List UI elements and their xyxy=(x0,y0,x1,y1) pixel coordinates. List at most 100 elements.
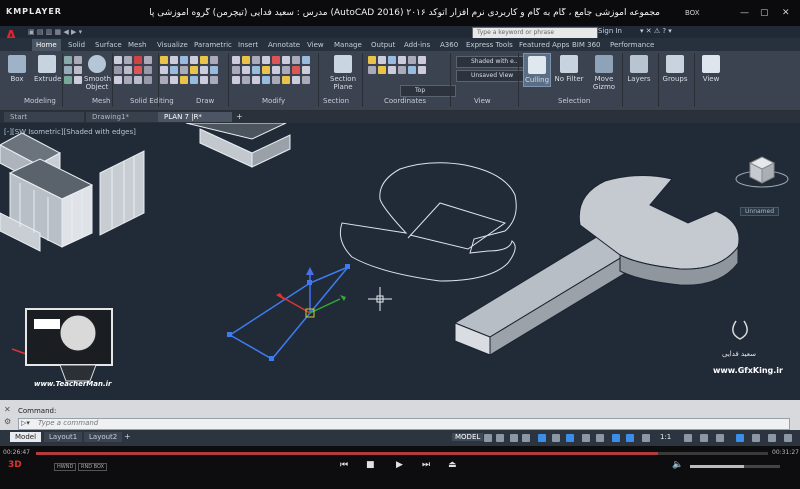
prev-icon[interactable]: ⏮ xyxy=(340,460,348,470)
layout-tab-layout1[interactable]: Layout1 xyxy=(44,432,83,442)
tab-visualize[interactable]: Visualize xyxy=(157,39,188,51)
tab-parametric[interactable]: Parametric xyxy=(194,39,232,51)
close-icon[interactable]: ✕ xyxy=(782,8,790,18)
hardware-acceleration-icon[interactable] xyxy=(752,434,760,442)
move-gizmo-button[interactable]: Move Gizmo xyxy=(590,55,618,91)
customization-icon[interactable] xyxy=(784,434,792,442)
drawing-canvas[interactable] xyxy=(0,123,800,400)
panel-solid-editing[interactable]: Solid Editing xyxy=(130,97,174,105)
eject-icon[interactable]: ⏏ xyxy=(448,460,457,470)
panel-section[interactable]: Section xyxy=(323,97,349,105)
layout-tab-model[interactable]: Model xyxy=(10,432,42,442)
tab-annotate[interactable]: Annotate xyxy=(268,39,300,51)
minimize-icon[interactable]: — xyxy=(740,8,749,18)
clean-screen-icon[interactable] xyxy=(768,434,776,442)
drawing-viewport[interactable] xyxy=(0,123,800,400)
model-space-button[interactable]: MODEL xyxy=(452,433,484,441)
quick-access-toolbar[interactable]: ▣ ▤ ▥ ▦ ◀ ▶ ▾ xyxy=(28,28,82,36)
grip-point[interactable] xyxy=(269,356,274,361)
culling-button[interactable]: Culling xyxy=(523,53,551,87)
command-prompt-icon[interactable]: ▷▾ xyxy=(21,419,30,427)
panel-mesh[interactable]: Mesh xyxy=(92,97,110,105)
grip-point[interactable] xyxy=(345,264,350,269)
sign-in-button[interactable]: Sign In xyxy=(598,27,622,35)
tab-insert[interactable]: Insert xyxy=(238,39,258,51)
isolate-objects-icon[interactable] xyxy=(736,434,744,442)
units-icon[interactable] xyxy=(716,434,724,442)
isodraft-icon[interactable] xyxy=(538,434,546,442)
no-filter-button[interactable]: No Filter xyxy=(554,55,584,83)
draw-small-tools[interactable] xyxy=(160,56,218,84)
kmplayer-logo[interactable]: KMPLAYER xyxy=(6,7,62,16)
3d-mode-icon[interactable]: 3D xyxy=(8,460,22,470)
layers-button[interactable]: Layers xyxy=(626,55,652,83)
tab-express-tools[interactable]: Express Tools xyxy=(466,39,513,51)
add-layout-icon[interactable]: + xyxy=(124,432,131,441)
panel-modeling[interactable]: Modeling xyxy=(24,97,56,105)
lineweight-icon[interactable] xyxy=(582,434,590,442)
selected-rectangle[interactable] xyxy=(228,266,349,360)
tab-view[interactable]: View xyxy=(307,39,324,51)
wrench-settings-icon[interactable]: ⚙ xyxy=(4,417,11,426)
volume-icon[interactable]: 🔈 xyxy=(672,460,683,470)
tab-solid[interactable]: Solid xyxy=(68,39,85,51)
close-command-icon[interactable]: ✕ xyxy=(4,405,11,414)
layout-tab-layout2[interactable]: Layout2 xyxy=(84,432,123,442)
transparency-icon[interactable] xyxy=(596,434,604,442)
osnap-track-icon[interactable] xyxy=(552,434,560,442)
tab-home[interactable]: Home xyxy=(32,39,61,51)
box-button[interactable]: Box xyxy=(6,55,28,83)
viewcube-label[interactable]: Unnamed xyxy=(740,207,780,216)
section-plane-button[interactable]: Section Plane xyxy=(330,55,356,91)
tab-output[interactable]: Output xyxy=(371,39,395,51)
tab-a360[interactable]: A360 xyxy=(440,39,458,51)
viewport-controls-label[interactable]: [-][SW Isometric][Shaded with edges] xyxy=(4,128,136,136)
polar-icon[interactable] xyxy=(522,434,530,442)
panel-coordinates[interactable]: Coordinates xyxy=(384,97,426,105)
file-tab-start[interactable]: Start xyxy=(4,112,84,122)
snap-icon[interactable] xyxy=(496,434,504,442)
file-tab-plan7[interactable]: PLAN 7 |R* xyxy=(158,112,232,122)
wrench-wireframe[interactable] xyxy=(339,162,517,282)
ucs-dropdown[interactable]: Top xyxy=(400,85,456,97)
help-icons[interactable]: ▾ ✕ ⚠ ? ▾ xyxy=(640,27,672,35)
grip-point[interactable] xyxy=(227,332,232,337)
tab-performance[interactable]: Performance xyxy=(610,39,654,51)
panel-draw[interactable]: Draw xyxy=(196,97,214,105)
next-icon[interactable]: ⏭ xyxy=(422,460,430,470)
autoscale-icon[interactable] xyxy=(626,434,634,442)
view-button[interactable]: View xyxy=(698,55,724,83)
osnap-icon[interactable] xyxy=(566,434,574,442)
mesh-small-tools[interactable] xyxy=(114,56,152,84)
new-tab-icon[interactable]: + xyxy=(236,112,243,121)
annotation-monitor-icon[interactable] xyxy=(700,434,708,442)
tab-bim360[interactable]: BIM 360 xyxy=(572,39,601,51)
annotation-icon[interactable] xyxy=(612,434,620,442)
box-button[interactable]: BOX xyxy=(685,9,700,17)
annotation-scale[interactable]: 1:1 xyxy=(660,433,671,441)
move-gizmo-icon[interactable] xyxy=(276,267,346,318)
file-tab-drawing1[interactable]: Drawing1* xyxy=(86,112,158,122)
grid-icon[interactable] xyxy=(484,434,492,442)
workspace-gear-icon[interactable] xyxy=(684,434,692,442)
tab-surface[interactable]: Surface xyxy=(95,39,122,51)
tab-addins[interactable]: Add-ins xyxy=(404,39,430,51)
stop-icon[interactable]: ■ xyxy=(366,460,375,470)
modeling-small-tools[interactable] xyxy=(64,56,82,84)
viewcube[interactable] xyxy=(735,156,789,188)
extrude-button[interactable]: Extrude xyxy=(34,55,61,83)
smooth-object-button[interactable]: Smooth Object xyxy=(84,55,111,91)
ortho-icon[interactable] xyxy=(510,434,518,442)
solid-wrench-model[interactable] xyxy=(453,174,740,356)
panel-modify[interactable]: Modify xyxy=(262,97,285,105)
tab-manage[interactable]: Manage xyxy=(334,39,362,51)
annotation-scale-icon[interactable] xyxy=(642,434,650,442)
modify-small-tools[interactable] xyxy=(232,56,310,84)
maximize-icon[interactable]: ▢ xyxy=(760,8,769,18)
panel-selection[interactable]: Selection xyxy=(558,97,590,105)
groups-button[interactable]: Groups xyxy=(662,55,688,83)
panel-view[interactable]: View xyxy=(474,97,491,105)
play-icon[interactable]: ▶ xyxy=(396,460,403,470)
command-input[interactable] xyxy=(18,418,790,430)
tab-featured-apps[interactable]: Featured Apps xyxy=(519,39,569,51)
